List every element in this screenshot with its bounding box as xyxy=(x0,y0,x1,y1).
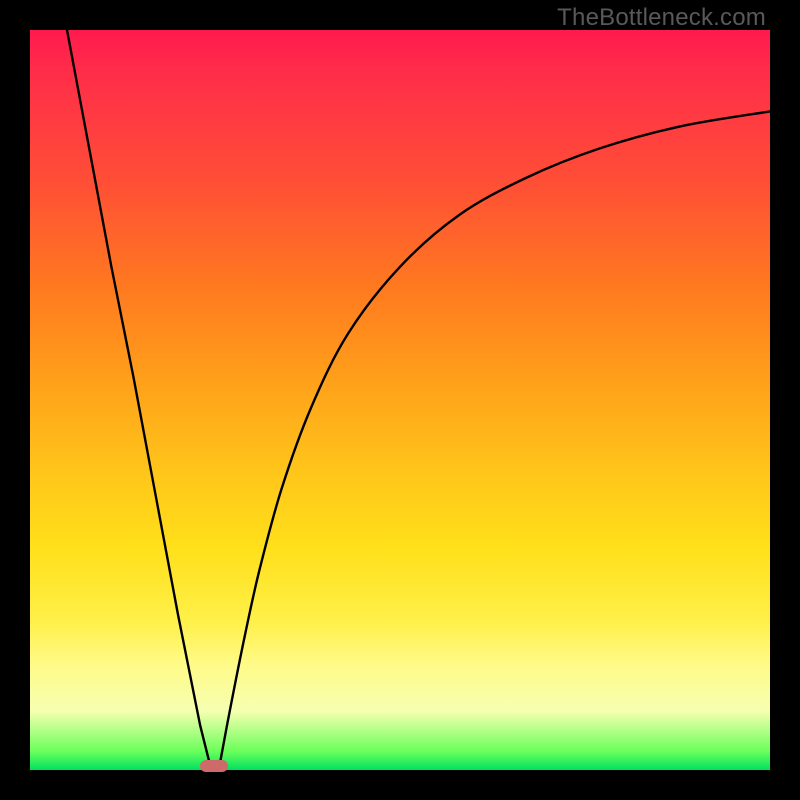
chart-frame: TheBottleneck.com xyxy=(0,0,800,800)
curve-left xyxy=(67,30,211,770)
plot-area xyxy=(30,30,770,770)
curve-svg xyxy=(30,30,770,770)
optimum-marker xyxy=(200,760,228,772)
curve-right xyxy=(219,111,770,770)
watermark-text: TheBottleneck.com xyxy=(557,4,766,32)
